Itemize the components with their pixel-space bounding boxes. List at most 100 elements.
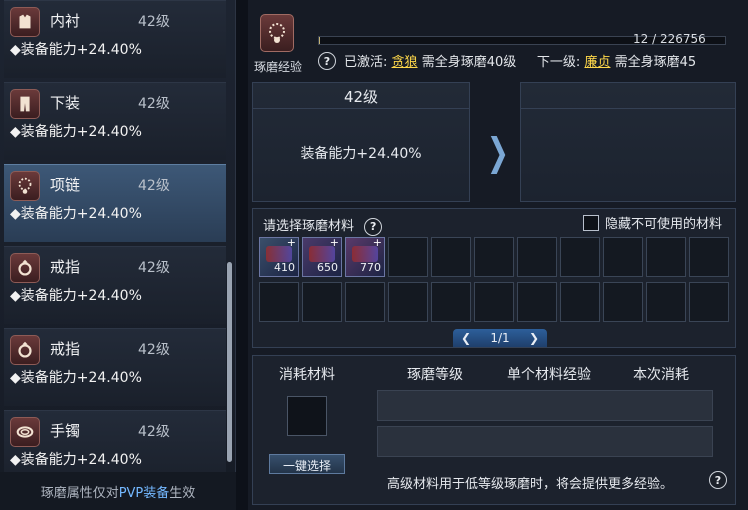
col-cost: 本次消耗 — [633, 367, 689, 383]
consume-row — [377, 390, 713, 421]
activated-prefix: 已激活: — [344, 55, 388, 70]
next-link[interactable]: 廉贞 — [584, 55, 610, 70]
item-name: 戒指 — [50, 258, 81, 276]
consume-row — [377, 426, 713, 457]
help-icon[interactable]: ? — [709, 471, 727, 489]
material-count: 650 — [317, 261, 338, 274]
material-slot[interactable] — [646, 237, 686, 277]
material-slot[interactable] — [345, 282, 385, 322]
equipment-item[interactable]: 项链 42级 ◆装备能力+24.40% — [4, 164, 226, 242]
activated-requirement: 需全身琢磨40级 — [421, 55, 517, 70]
bracelet-icon — [10, 417, 40, 447]
item-level: 42级 — [138, 96, 170, 112]
current-level-box: 42级 装备能力+24.40% — [252, 82, 470, 202]
item-stat: ◆装备能力+24.40% — [10, 42, 142, 58]
pvp-note-prefix: 琢磨属性仅对 — [40, 486, 119, 501]
equipment-item[interactable]: 内衬 42级 ◆装备能力+24.40% — [4, 0, 226, 78]
current-stat: 装备能力+24.40% — [300, 146, 422, 162]
material-selection: 请选择琢磨材料 ? 隐藏不可使用的材料 +410 +650 +770 ❮ 1/1 ❯ — [252, 208, 736, 348]
polish-panel: 琢磨经验 ? 12 / 226756 已激活: 贪狼 需全身琢磨40级 下一级:… — [248, 0, 748, 510]
ring-icon — [10, 335, 40, 365]
col-level: 琢磨等级 — [407, 367, 463, 383]
item-name: 下装 — [50, 94, 81, 112]
material-slot[interactable] — [474, 237, 514, 277]
equipment-item[interactable]: 戒指 42级 ◆装备能力+24.40% — [4, 246, 226, 324]
consume-slot[interactable] — [287, 396, 327, 436]
pager: ❮ 1/1 ❯ — [453, 329, 547, 347]
equipment-item[interactable]: 戒指 42级 ◆装备能力+24.40% — [4, 328, 226, 406]
pvp-note: 琢磨属性仅对PVP装备生效 — [0, 472, 236, 510]
material-slot[interactable] — [302, 282, 342, 322]
item-level: 42级 — [138, 178, 170, 194]
next-page-button[interactable]: ❯ — [529, 331, 539, 345]
material-slot[interactable] — [259, 282, 299, 322]
help-icon[interactable]: ? — [318, 52, 336, 70]
polish-exp-label: 琢磨经验 — [254, 60, 303, 74]
help-icon[interactable]: ? — [364, 217, 383, 236]
material-count: 410 — [274, 261, 295, 274]
necklace-icon — [10, 171, 40, 201]
item-level: 42级 — [138, 260, 170, 276]
material-slot[interactable] — [431, 237, 471, 277]
list-scrollbar[interactable] — [227, 262, 232, 462]
item-level: 42级 — [138, 424, 170, 440]
checkbox-box[interactable] — [583, 214, 599, 231]
material-slot[interactable] — [388, 237, 428, 277]
item-stat: ◆装备能力+24.40% — [10, 370, 142, 386]
next-level — [521, 83, 735, 109]
equipment-item[interactable]: 下装 42级 ◆装备能力+24.40% — [4, 82, 226, 160]
item-stat: ◆装备能力+24.40% — [10, 452, 142, 468]
col-single-exp: 单个材料经验 — [507, 367, 591, 383]
material-slot[interactable]: +650 — [302, 236, 342, 277]
activation-status: 已激活: 贪狼 需全身琢磨40级 下一级: 廉贞 需全身琢磨45 — [344, 51, 696, 70]
hide-unusable-checkbox[interactable]: 隐藏不可使用的材料 — [583, 213, 722, 232]
material-slot[interactable] — [560, 282, 600, 322]
pants-icon — [10, 89, 40, 119]
item-stat: ◆装备能力+24.40% — [10, 288, 142, 304]
item-level: 42级 — [138, 14, 170, 30]
equipment-list: 内衬 42级 ◆装备能力+24.40% 下装 42级 ◆装备能力+24.40% 项链 42级 ◆… — [0, 0, 236, 510]
material-slot[interactable] — [388, 282, 428, 322]
material-slot[interactable]: +410 — [259, 236, 299, 277]
plus-icon: + — [372, 236, 382, 249]
shirt-icon — [10, 7, 40, 37]
material-slot[interactable]: +770 — [345, 236, 385, 277]
material-slot[interactable] — [517, 282, 557, 322]
consumption-panel: 消耗材料 琢磨等级 单个材料经验 本次消耗 一键选择 高级材料用于低等级琢磨时，… — [252, 355, 736, 505]
material-slot[interactable] — [689, 282, 729, 322]
material-slot[interactable] — [603, 282, 643, 322]
ring-icon — [10, 253, 40, 283]
item-stat: ◆装备能力+24.40% — [10, 206, 142, 222]
material-slot[interactable] — [560, 237, 600, 277]
next-arrow-icon: ❯ — [486, 130, 510, 174]
next-prefix: 下一级: — [536, 55, 581, 70]
item-level: 42级 — [138, 342, 170, 358]
material-slot[interactable] — [517, 237, 557, 277]
item-name: 戒指 — [50, 340, 81, 358]
pvp-note-suffix: 生效 — [169, 486, 196, 501]
material-count: 770 — [360, 261, 381, 274]
plus-icon: + — [329, 236, 339, 249]
material-label: 请选择琢磨材料 ? — [263, 215, 383, 236]
item-stat: ◆装备能力+24.40% — [10, 124, 142, 140]
material-slot[interactable] — [431, 282, 471, 322]
prev-page-button[interactable]: ❮ — [461, 331, 471, 345]
material-slot[interactable] — [603, 237, 643, 277]
item-name: 内衬 — [50, 12, 81, 30]
activated-link[interactable]: 贪狼 — [392, 55, 418, 70]
plus-icon: + — [286, 236, 296, 249]
material-slot[interactable] — [474, 282, 514, 322]
item-name: 手镯 — [50, 422, 81, 440]
exp-value: 12 / 226756 — [633, 32, 706, 46]
item-name: 项链 — [50, 176, 81, 194]
current-level: 42级 — [253, 83, 469, 109]
material-hint: 高级材料用于低等级琢磨时，将会提供更多经验。 — [387, 477, 674, 492]
one-key-select-button[interactable]: 一键选择 — [269, 454, 345, 474]
material-slot[interactable] — [689, 237, 729, 277]
necklace-icon — [260, 14, 294, 52]
page-indicator: 1/1 — [490, 331, 510, 345]
material-label-text: 请选择琢磨材料 — [263, 219, 355, 234]
next-requirement: 需全身琢磨45 — [614, 55, 697, 70]
hide-unusable-label: 隐藏不可使用的材料 — [605, 217, 723, 232]
material-slot[interactable] — [646, 282, 686, 322]
